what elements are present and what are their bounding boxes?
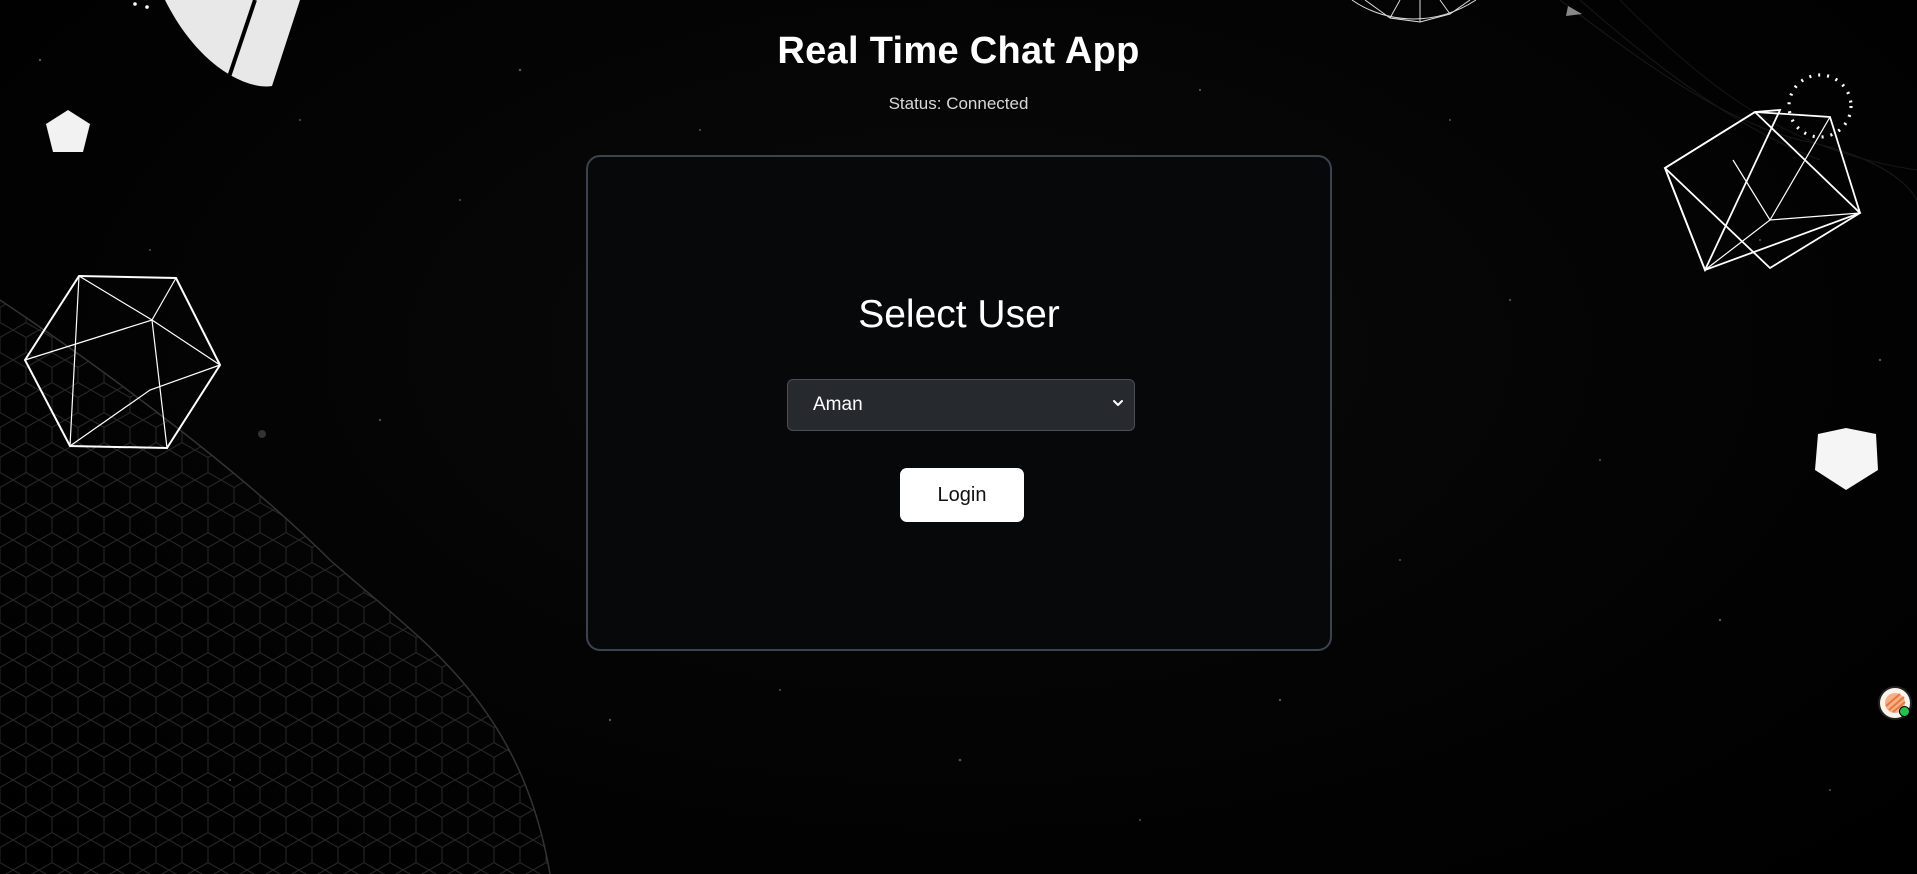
user-select-dropdown[interactable]: Aman <box>787 379 1135 431</box>
dome-shape <box>1351 0 1477 23</box>
login-card: Select User Aman Login <box>586 155 1332 651</box>
online-status-dot <box>1899 706 1910 717</box>
pentagon-shape-right <box>1815 428 1878 490</box>
login-button[interactable]: Login <box>900 468 1024 522</box>
connection-status: Status: Connected <box>888 94 1029 113</box>
select-user-heading: Select User <box>858 293 1060 336</box>
mesh-wave-left <box>0 300 550 874</box>
page-title: Real Time Chat App <box>777 30 1140 72</box>
user-select-value: Aman <box>813 394 863 415</box>
app-background: Real Time Chat App Status: Connected Sel… <box>0 0 1917 874</box>
chevron-down-icon <box>1113 400 1123 406</box>
pentagon-shape-left <box>46 110 90 152</box>
